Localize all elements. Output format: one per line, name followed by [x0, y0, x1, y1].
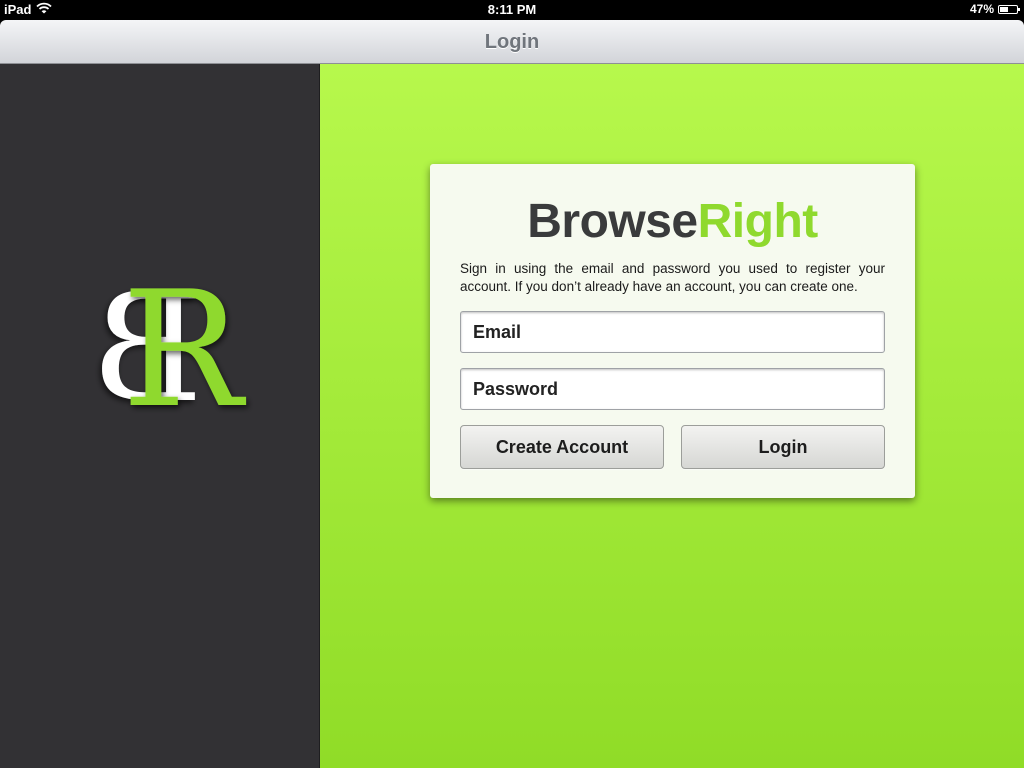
nav-title: Login [484, 31, 540, 53]
svg-text:R: R [122, 264, 247, 424]
left-panel: B R [0, 64, 320, 768]
browseright-logo: B R [93, 264, 247, 424]
sign-in-instructions: Sign in using the email and password you… [460, 261, 885, 294]
brand-title-part2: Right [697, 195, 819, 248]
email-input[interactable] [461, 312, 884, 352]
email-field[interactable] [460, 311, 885, 353]
status-right: 47% [969, 2, 1020, 16]
battery-percent: 47% [969, 2, 994, 16]
login-card: BrowseRight Sign in using the email and … [430, 164, 915, 498]
battery-icon [998, 4, 1020, 14]
password-field[interactable] [460, 368, 885, 410]
status-bar: iPad 8:11 PM 47% [0, 0, 1024, 20]
password-input[interactable] [461, 369, 884, 409]
brand-title-part1: Browse [527, 195, 698, 248]
brand-title: BrowseRight [430, 194, 915, 249]
login-button[interactable]: Login [681, 425, 885, 469]
status-time: 8:11 PM [487, 2, 537, 17]
nav-bar: Login [0, 20, 1024, 64]
create-account-button[interactable]: Create Account [460, 425, 664, 469]
battery-fill [1000, 6, 1008, 12]
